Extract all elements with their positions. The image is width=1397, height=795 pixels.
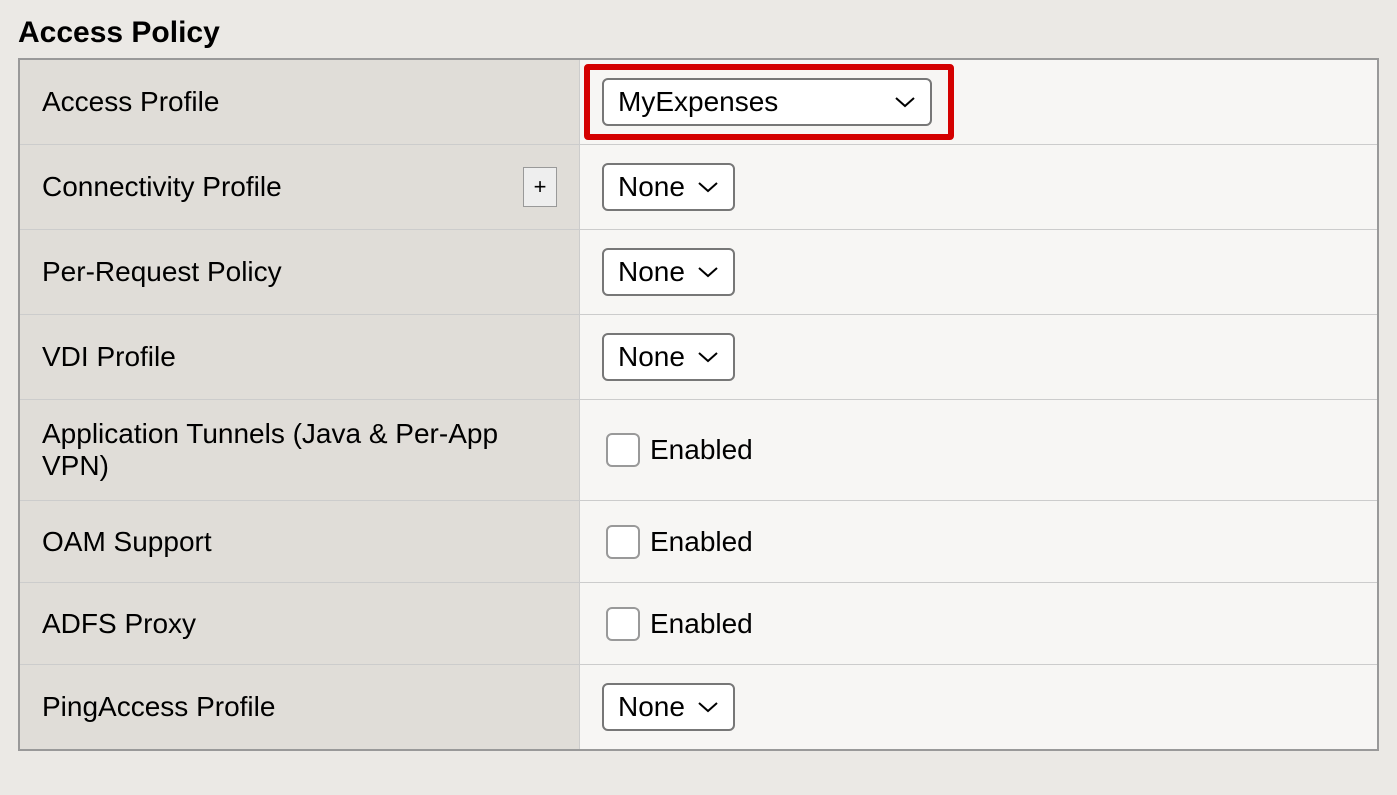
chevron-down-icon xyxy=(894,95,916,109)
adfs-proxy-checkbox[interactable] xyxy=(606,607,640,641)
checkbox-label: Enabled xyxy=(650,526,753,558)
row-app-tunnels: Application Tunnels (Java & Per-App VPN)… xyxy=(20,400,1377,501)
row-pingaccess-profile: PingAccess Profile None xyxy=(20,665,1377,749)
vdi-profile-select[interactable]: None xyxy=(602,333,735,381)
row-vdi-profile: VDI Profile None xyxy=(20,315,1377,400)
label-per-request-policy: Per-Request Policy xyxy=(20,230,580,314)
value-app-tunnels: Enabled xyxy=(580,400,1377,500)
label-connectivity-profile: Connectivity Profile + xyxy=(20,145,580,229)
access-profile-select[interactable]: MyExpenses xyxy=(602,78,932,126)
label-app-tunnels: Application Tunnels (Java & Per-App VPN) xyxy=(20,400,580,500)
row-connectivity-profile: Connectivity Profile + None xyxy=(20,145,1377,230)
value-adfs-proxy: Enabled xyxy=(580,583,1377,664)
per-request-policy-select[interactable]: None xyxy=(602,248,735,296)
section-title: Access Policy xyxy=(18,16,1379,50)
label-text: PingAccess Profile xyxy=(42,691,275,723)
chevron-down-icon xyxy=(697,265,719,279)
label-pingaccess-profile: PingAccess Profile xyxy=(20,665,580,749)
label-access-profile: Access Profile xyxy=(20,60,580,144)
label-vdi-profile: VDI Profile xyxy=(20,315,580,399)
select-value: None xyxy=(618,691,685,723)
access-policy-table: Access Profile MyExpenses Connectivity P… xyxy=(18,58,1379,751)
chevron-down-icon xyxy=(697,180,719,194)
label-text: ADFS Proxy xyxy=(42,608,196,640)
label-text: Connectivity Profile xyxy=(42,171,282,203)
label-text: VDI Profile xyxy=(42,341,176,373)
row-adfs-proxy: ADFS Proxy Enabled xyxy=(20,583,1377,665)
chevron-down-icon xyxy=(697,350,719,364)
value-access-profile: MyExpenses xyxy=(580,60,1377,144)
select-value: None xyxy=(618,171,685,203)
pingaccess-profile-select[interactable]: None xyxy=(602,683,735,731)
add-connectivity-button[interactable]: + xyxy=(523,167,557,207)
select-value: None xyxy=(618,256,685,288)
select-value: MyExpenses xyxy=(618,86,778,118)
label-text: OAM Support xyxy=(42,526,212,558)
value-pingaccess-profile: None xyxy=(580,665,1377,749)
label-text: Application Tunnels (Java & Per-App VPN) xyxy=(42,418,557,482)
label-text: Access Profile xyxy=(42,86,219,118)
select-value: None xyxy=(618,341,685,373)
label-oam-support: OAM Support xyxy=(20,501,580,582)
label-adfs-proxy: ADFS Proxy xyxy=(20,583,580,664)
label-text: Per-Request Policy xyxy=(42,256,282,288)
row-access-profile: Access Profile MyExpenses xyxy=(20,60,1377,145)
chevron-down-icon xyxy=(697,700,719,714)
connectivity-profile-select[interactable]: None xyxy=(602,163,735,211)
checkbox-label: Enabled xyxy=(650,608,753,640)
app-tunnels-checkbox[interactable] xyxy=(606,433,640,467)
value-vdi-profile: None xyxy=(580,315,1377,399)
row-per-request-policy: Per-Request Policy None xyxy=(20,230,1377,315)
checkbox-label: Enabled xyxy=(650,434,753,466)
value-per-request-policy: None xyxy=(580,230,1377,314)
oam-support-checkbox[interactable] xyxy=(606,525,640,559)
value-oam-support: Enabled xyxy=(580,501,1377,582)
row-oam-support: OAM Support Enabled xyxy=(20,501,1377,583)
value-connectivity-profile: None xyxy=(580,145,1377,229)
